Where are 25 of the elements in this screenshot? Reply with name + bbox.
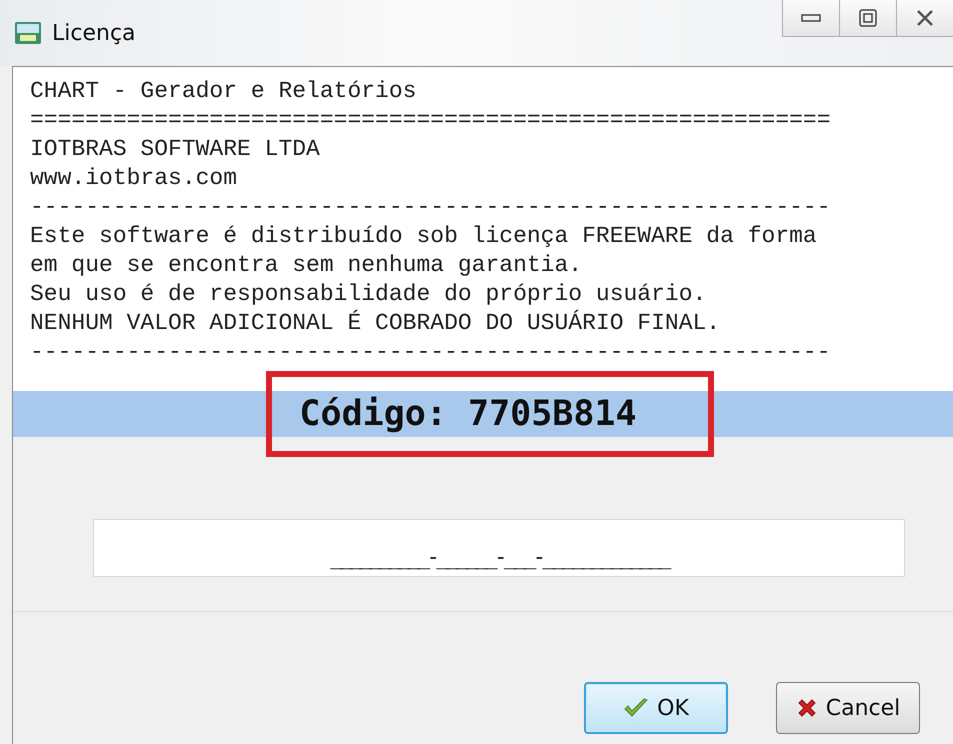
text-line: Este software é distribuído sob licença FREEWARE da forma bbox=[30, 222, 817, 251]
text-line: em que se encontra sem nenhuma garantia. bbox=[30, 251, 582, 280]
cancel-button[interactable]: Cancel bbox=[776, 682, 920, 734]
minimize-icon bbox=[801, 13, 821, 23]
maximize-button[interactable] bbox=[839, 0, 896, 37]
close-icon bbox=[916, 9, 934, 27]
minimize-button[interactable] bbox=[782, 0, 839, 37]
checkmark-icon bbox=[623, 697, 650, 719]
text-line: CHART - Gerador e Relatórios bbox=[30, 77, 416, 106]
text-line: ---------------------------------------------------------- bbox=[30, 193, 831, 222]
license-key-field[interactable]: __________-______-___-_____________ bbox=[93, 519, 905, 577]
text-line: NENHUM VALOR ADICIONAL É COBRADO DO USUÁRIO FINAL. bbox=[30, 309, 720, 338]
text-line: Seu uso é de responsabilidade do próprio usuário. bbox=[30, 280, 706, 309]
text-line: ---------------------------------------------------------- bbox=[30, 338, 831, 367]
license-code: Código: 7705B814 bbox=[299, 394, 637, 434]
text-line: IOTBRAS SOFTWARE LTDA bbox=[30, 135, 320, 164]
window-title: Licença bbox=[52, 20, 136, 46]
ok-button[interactable]: OK bbox=[584, 682, 728, 734]
license-text-area[interactable] bbox=[13, 67, 953, 391]
close-button[interactable] bbox=[896, 0, 953, 37]
text-line: www.iotbras.com bbox=[30, 164, 238, 193]
x-icon bbox=[796, 697, 818, 719]
text-line: ========================================================== bbox=[30, 106, 831, 135]
app-icon bbox=[14, 21, 42, 45]
maximize-icon bbox=[859, 9, 877, 27]
